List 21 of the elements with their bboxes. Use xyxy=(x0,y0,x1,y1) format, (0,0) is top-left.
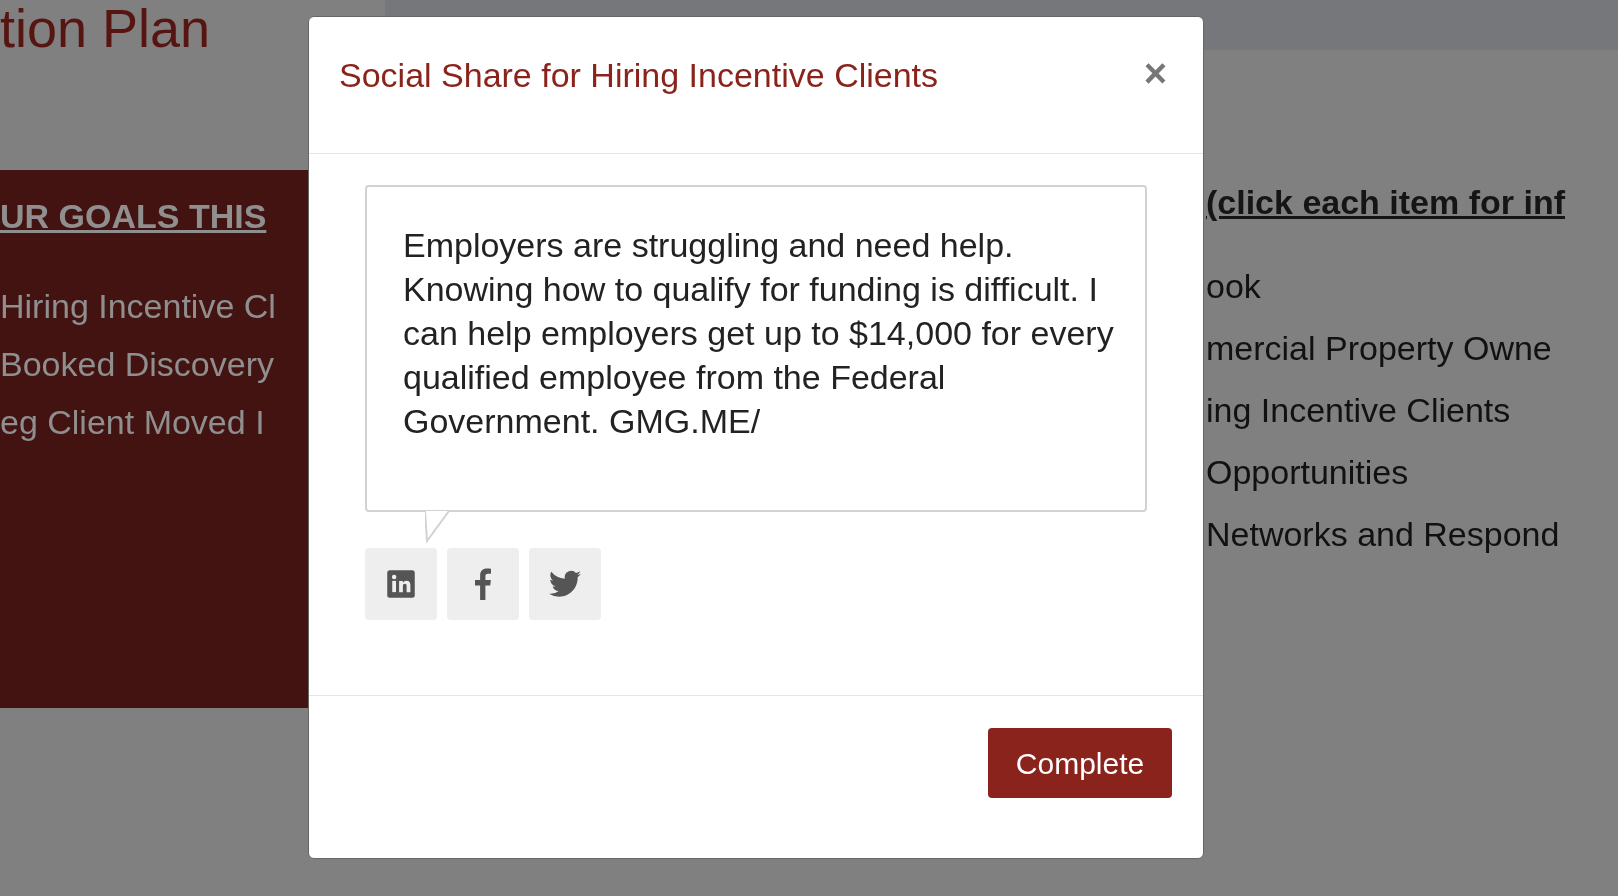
checklist-item[interactable]: ook xyxy=(1206,264,1618,308)
checklist-item[interactable]: Opportunities xyxy=(1206,450,1618,494)
checklist-item[interactable]: ing Incentive Clients xyxy=(1206,388,1618,432)
checklist-item[interactable]: mercial Property Owne xyxy=(1206,326,1618,370)
share-button[interactable] xyxy=(365,548,437,620)
bird-icon xyxy=(549,570,581,598)
complete-button[interactable]: Complete xyxy=(988,728,1172,798)
share-button[interactable] xyxy=(447,548,519,620)
linkedin-icon xyxy=(386,569,416,599)
share-message: Employers are struggling and need help. Knowing how to qualify for funding is difficult. I can help employers get up to $14,000 for every qualified employee from the Federal Government. GMG.ME/ xyxy=(403,225,1115,442)
close-button[interactable]: × xyxy=(1143,53,1167,93)
checklist-item[interactable]: Networks and Respond xyxy=(1206,512,1618,556)
share-button[interactable] xyxy=(529,548,601,620)
goal-item[interactable]: Hiring Incentive Cl xyxy=(0,284,308,328)
goal-item[interactable]: Booked Discovery xyxy=(0,342,308,386)
page-title: tion Plan xyxy=(0,0,212,60)
goal-item[interactable]: eg Client Moved I xyxy=(0,400,308,444)
dialog-title: Social Share for Hiring Incentive Clients xyxy=(339,55,939,96)
checklist-heading: (click each item for inf xyxy=(1206,182,1566,223)
facebook-icon xyxy=(475,568,491,600)
goals-heading: UR GOALS THIS xyxy=(0,196,268,237)
